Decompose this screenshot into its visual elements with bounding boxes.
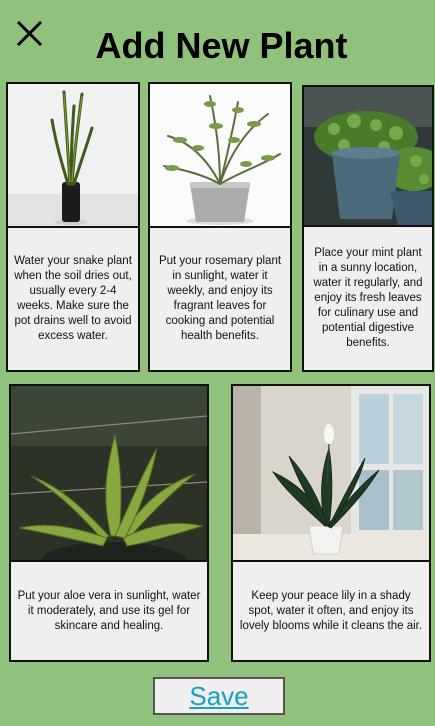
plant-care-text: Keep your peace lily in a shady spot, wa… xyxy=(239,589,423,632)
aloe-vera-photo xyxy=(11,386,207,562)
page-title: Add New Plant xyxy=(95,25,348,66)
plant-card-mint[interactable]: Place your mint plant in a sunny locatio… xyxy=(302,85,434,372)
mint-photo xyxy=(304,87,432,227)
peace-lily-photo xyxy=(233,386,429,562)
plant-card-snake-plant[interactable]: Water your snake plant when the soil dri… xyxy=(6,82,140,372)
plant-care-text: Put your aloe vera in sunlight, water it… xyxy=(17,589,201,632)
plant-card-rosemary[interactable]: Put your rosemary plant in sunlight, wat… xyxy=(148,82,292,372)
snake-plant-photo xyxy=(8,84,138,228)
add-plant-screen: Add New Plant Water your snake plant whe… xyxy=(0,0,435,726)
plant-care-text: Put your rosemary plant in sunlight, wat… xyxy=(158,255,282,342)
plant-care-text: Water your snake plant when the soil dri… xyxy=(14,255,132,342)
save-button[interactable]: Save xyxy=(153,677,285,715)
plant-card-peace-lily[interactable]: Keep your peace lily in a shady spot, wa… xyxy=(231,384,431,662)
plant-card-aloe-vera[interactable]: Put your aloe vera in sunlight, water it… xyxy=(9,384,209,662)
plant-care-text: Place your mint plant in a sunny locatio… xyxy=(313,247,423,349)
rosemary-photo xyxy=(150,84,290,228)
